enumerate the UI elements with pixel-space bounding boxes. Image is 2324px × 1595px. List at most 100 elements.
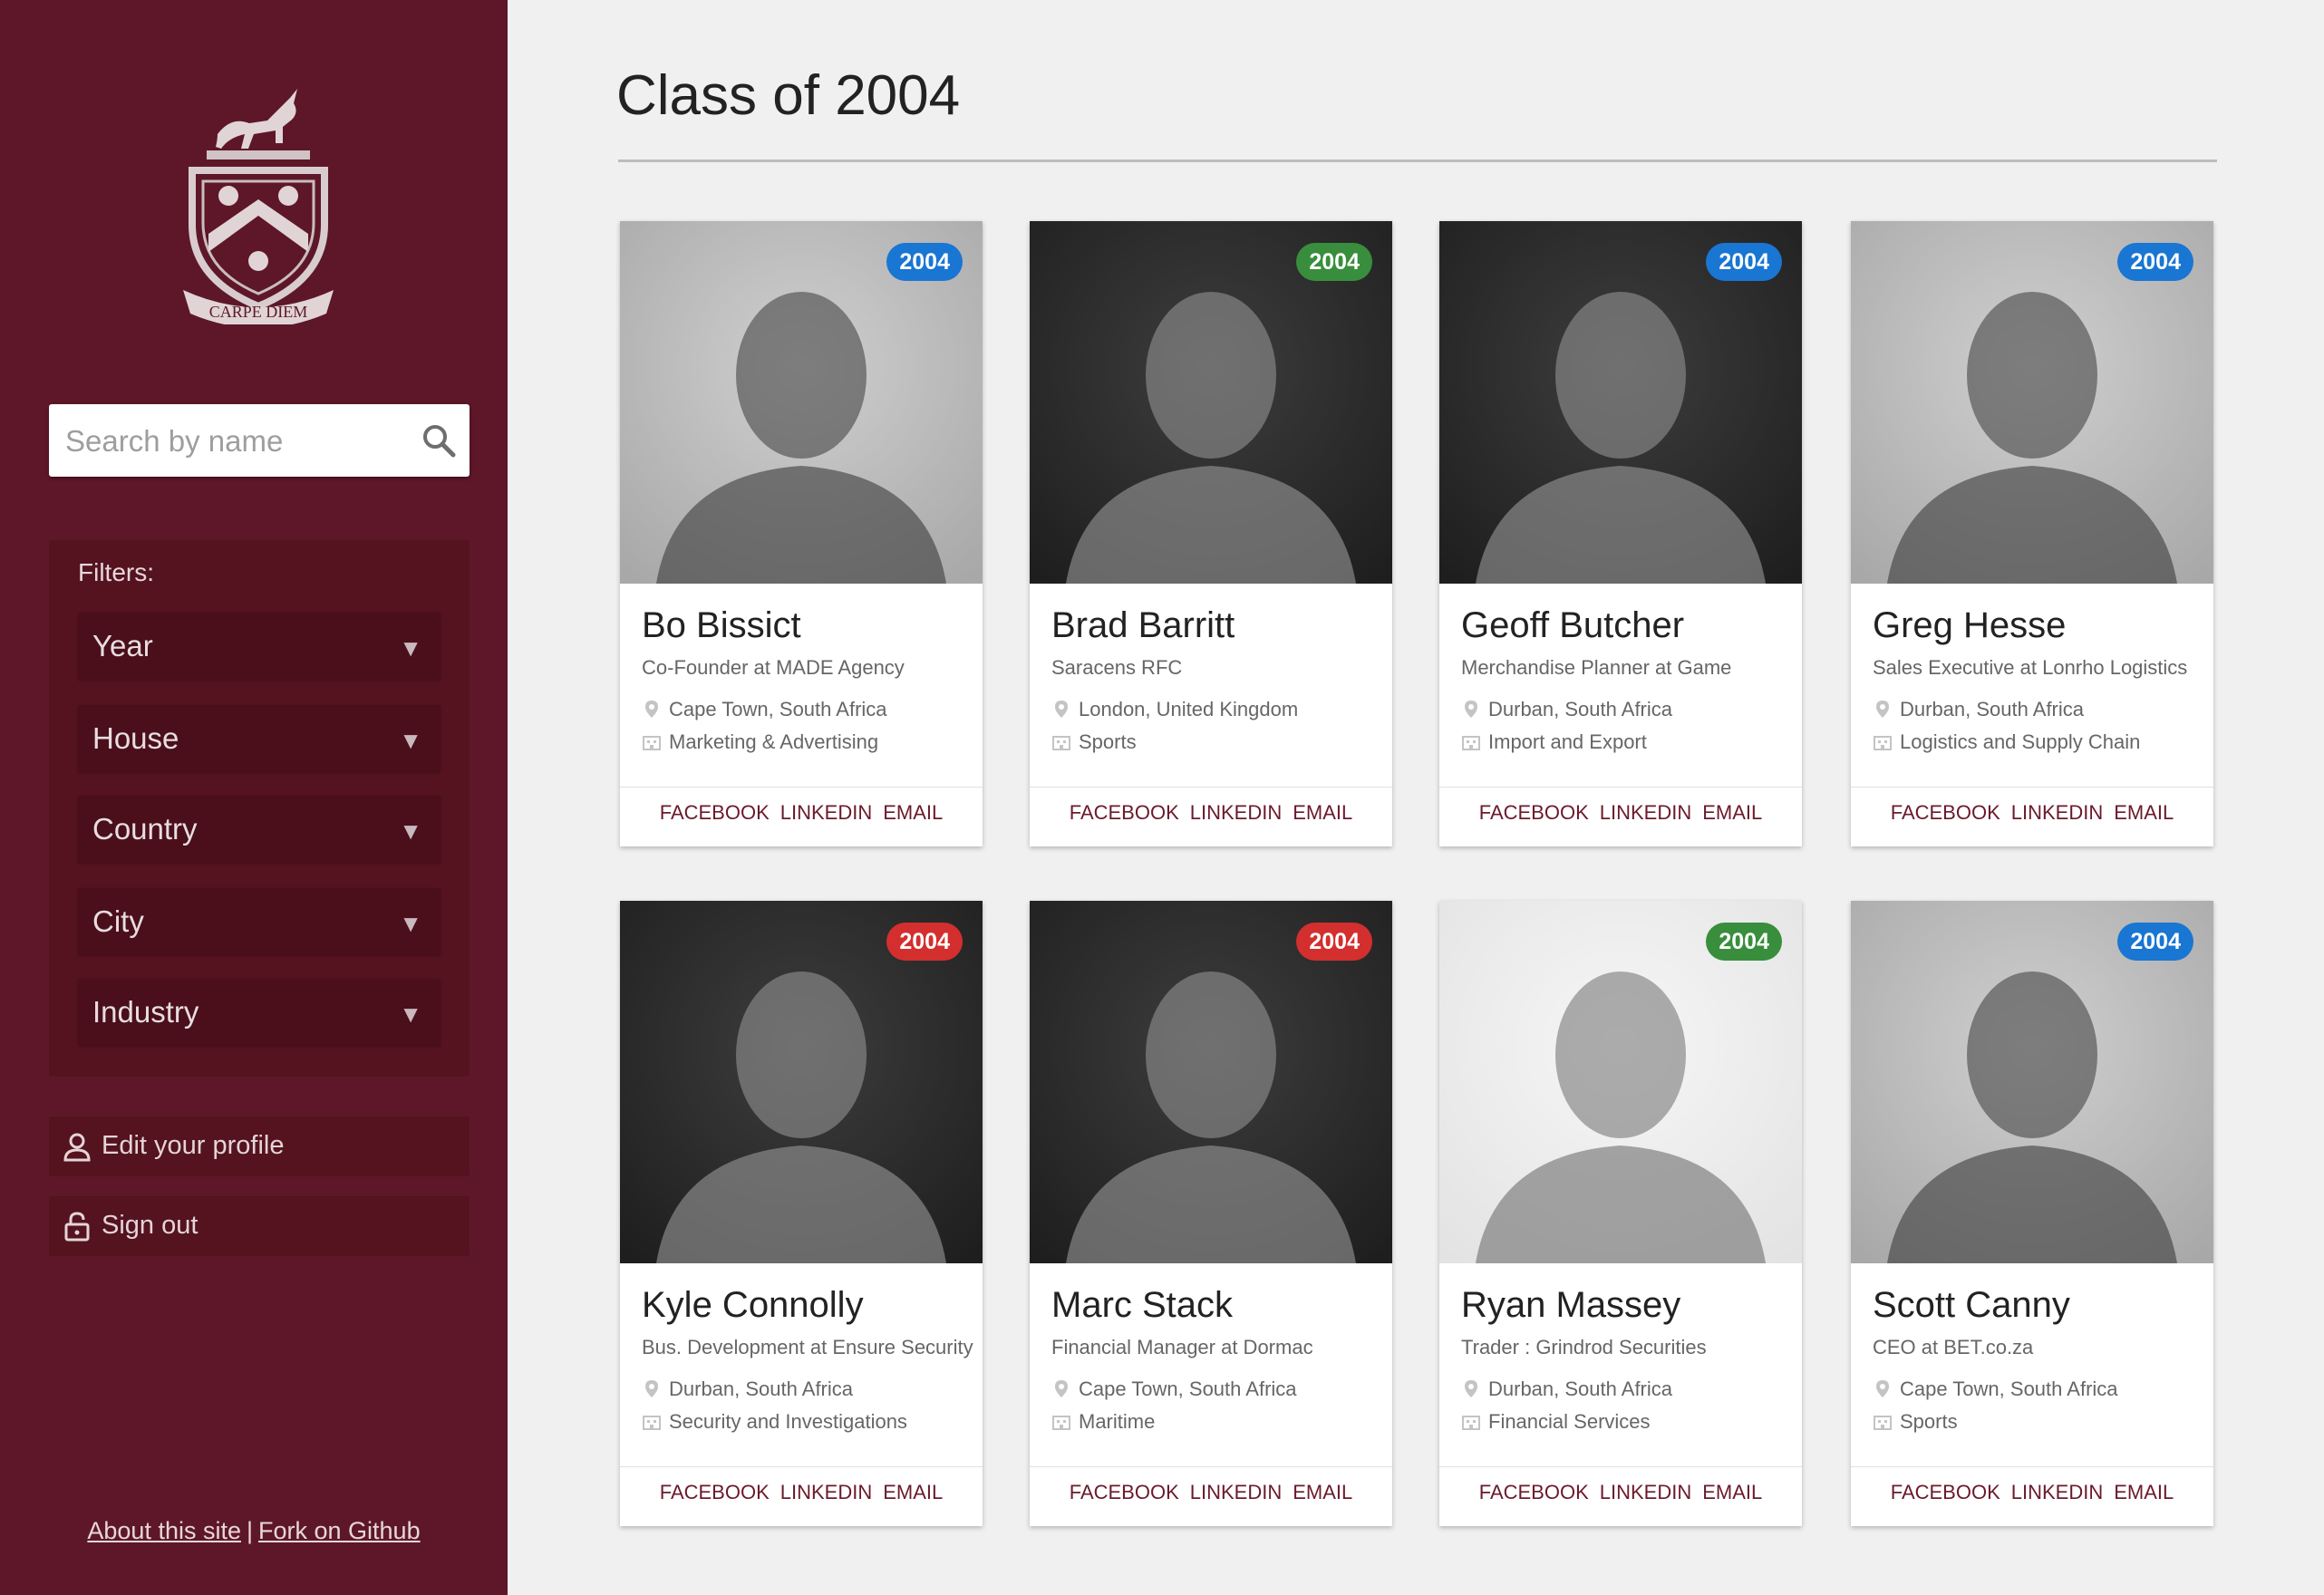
linkedin-link[interactable]: LINKEDIN bbox=[1190, 1481, 1282, 1503]
city-filter-label: City bbox=[92, 904, 144, 938]
card-divider bbox=[1439, 1466, 1802, 1467]
email-link[interactable]: EMAIL bbox=[1293, 1481, 1352, 1503]
facebook-link[interactable]: FACEBOOK bbox=[660, 801, 770, 824]
card-actions: FACEBOOK LINKEDIN EMAIL bbox=[1439, 1481, 1802, 1504]
dropdown-arrow-icon: ▼ bbox=[399, 817, 422, 845]
edit-profile-button[interactable]: Edit your profile bbox=[49, 1116, 470, 1176]
year-filter-select[interactable]: Year ▼ bbox=[78, 613, 441, 680]
year-filter-label: Year bbox=[92, 629, 153, 662]
crest-motto: CARPE DIEM bbox=[209, 303, 308, 321]
card-actions: FACEBOOK LINKEDIN EMAIL bbox=[1030, 1481, 1392, 1504]
location-pin-icon bbox=[645, 1380, 658, 1397]
profile-industry: Logistics and Supply Chain bbox=[1873, 730, 2140, 754]
card-divider bbox=[1851, 1466, 2213, 1467]
dropdown-arrow-icon: ▼ bbox=[399, 634, 422, 662]
linkedin-link[interactable]: LINKEDIN bbox=[780, 1481, 872, 1503]
page-title: Class of 2004 bbox=[616, 64, 961, 127]
sign-out-button[interactable]: Sign out bbox=[49, 1196, 470, 1256]
profile-industry: Sports bbox=[1051, 730, 1137, 754]
year-badge: 2004 bbox=[1296, 243, 1372, 281]
facebook-link[interactable]: FACEBOOK bbox=[1070, 801, 1179, 824]
year-badge: 2004 bbox=[1296, 923, 1372, 961]
profile-industry: Maritime bbox=[1051, 1410, 1155, 1434]
year-badge: 2004 bbox=[886, 243, 963, 281]
profile-card: 2004 Scott Canny CEO at BET.co.za Cape T… bbox=[1851, 901, 2213, 1526]
about-site-link[interactable]: About this site bbox=[87, 1517, 241, 1544]
location-pin-icon bbox=[1465, 701, 1477, 718]
year-badge: 2004 bbox=[2117, 923, 2193, 961]
profile-card: 2004 Kyle Connolly Bus. Development at E… bbox=[620, 901, 983, 1526]
filters-panel: Filters: Year ▼ House ▼ Country ▼ City ▼… bbox=[49, 540, 470, 1077]
building-icon bbox=[1052, 1416, 1070, 1430]
profile-location: London, United Kingdom bbox=[1051, 698, 1298, 721]
linkedin-link[interactable]: LINKEDIN bbox=[780, 801, 872, 824]
profile-job: Co-Founder at MADE Agency bbox=[642, 656, 905, 679]
facebook-link[interactable]: FACEBOOK bbox=[1479, 801, 1589, 824]
profile-location: Durban, South Africa bbox=[1461, 1378, 1672, 1401]
facebook-link[interactable]: FACEBOOK bbox=[1479, 1481, 1589, 1503]
title-divider bbox=[618, 160, 2217, 162]
location-text: Cape Town, South Africa bbox=[669, 698, 887, 720]
linkedin-link[interactable]: LINKEDIN bbox=[1190, 801, 1282, 824]
industry-filter-select[interactable]: Industry ▼ bbox=[78, 979, 441, 1046]
profile-name: Geoff Butcher bbox=[1461, 605, 1685, 645]
industry-text: Security and Investigations bbox=[669, 1410, 907, 1433]
industry-text: Maritime bbox=[1079, 1410, 1156, 1433]
profile-location: Durban, South Africa bbox=[1461, 698, 1672, 721]
lock-icon bbox=[64, 1212, 90, 1242]
fork-github-link[interactable]: Fork on Github bbox=[258, 1517, 421, 1544]
email-link[interactable]: EMAIL bbox=[883, 1481, 943, 1503]
house-filter-label: House bbox=[92, 721, 179, 755]
email-link[interactable]: EMAIL bbox=[2114, 1481, 2174, 1503]
location-pin-icon bbox=[1055, 701, 1068, 718]
dropdown-arrow-icon: ▼ bbox=[399, 910, 422, 937]
country-filter-label: Country bbox=[92, 812, 198, 846]
facebook-link[interactable]: FACEBOOK bbox=[1891, 1481, 2000, 1503]
location-pin-icon bbox=[1465, 1380, 1477, 1397]
profile-name: Ryan Massey bbox=[1461, 1285, 1681, 1325]
card-actions: FACEBOOK LINKEDIN EMAIL bbox=[620, 1481, 983, 1504]
industry-text: Marketing & Advertising bbox=[669, 730, 879, 753]
email-link[interactable]: EMAIL bbox=[883, 801, 943, 824]
card-divider bbox=[1439, 787, 1802, 788]
year-badge: 2004 bbox=[1706, 243, 1782, 281]
profile-card: 2004 Brad Barritt Saracens RFC London, U… bbox=[1030, 221, 1392, 846]
profile-name: Bo Bissict bbox=[642, 605, 801, 645]
search-box[interactable] bbox=[49, 404, 470, 478]
search-icon[interactable] bbox=[421, 422, 457, 459]
year-badge: 2004 bbox=[2117, 243, 2193, 281]
facebook-link[interactable]: FACEBOOK bbox=[1070, 1481, 1179, 1503]
search-input[interactable] bbox=[63, 404, 412, 478]
school-crest-logo: CARPE DIEM bbox=[183, 89, 334, 324]
profile-industry: Sports bbox=[1873, 1410, 1958, 1434]
industry-text: Sports bbox=[1900, 1410, 1958, 1433]
house-filter-select[interactable]: House ▼ bbox=[78, 705, 441, 772]
profile-industry: Import and Export bbox=[1461, 730, 1647, 754]
city-filter-select[interactable]: City ▼ bbox=[78, 888, 441, 955]
profile-location: Cape Town, South Africa bbox=[1873, 1378, 2118, 1401]
location-text: Cape Town, South Africa bbox=[1079, 1378, 1297, 1400]
email-link[interactable]: EMAIL bbox=[1702, 801, 1762, 824]
country-filter-select[interactable]: Country ▼ bbox=[78, 796, 441, 863]
location-pin-icon bbox=[1055, 1380, 1068, 1397]
facebook-link[interactable]: FACEBOOK bbox=[660, 1481, 770, 1503]
email-link[interactable]: EMAIL bbox=[1702, 1481, 1762, 1503]
card-divider bbox=[1030, 1466, 1392, 1467]
year-badge: 2004 bbox=[886, 923, 963, 961]
profile-job: Merchandise Planner at Game bbox=[1461, 656, 1732, 679]
profile-location: Durban, South Africa bbox=[1873, 698, 2084, 721]
email-link[interactable]: EMAIL bbox=[2114, 801, 2174, 824]
email-link[interactable]: EMAIL bbox=[1293, 801, 1352, 824]
linkedin-link[interactable]: LINKEDIN bbox=[2011, 1481, 2103, 1503]
location-text: London, United Kingdom bbox=[1079, 698, 1299, 720]
profile-name: Marc Stack bbox=[1051, 1285, 1234, 1325]
industry-text: Logistics and Supply Chain bbox=[1900, 730, 2141, 753]
linkedin-link[interactable]: LINKEDIN bbox=[1600, 1481, 1691, 1503]
profile-name: Scott Canny bbox=[1873, 1285, 2070, 1325]
profile-job: Saracens RFC bbox=[1051, 656, 1183, 679]
footer-separator: | bbox=[246, 1517, 253, 1544]
linkedin-link[interactable]: LINKEDIN bbox=[2011, 801, 2103, 824]
location-text: Durban, South Africa bbox=[669, 1378, 854, 1400]
linkedin-link[interactable]: LINKEDIN bbox=[1600, 801, 1691, 824]
facebook-link[interactable]: FACEBOOK bbox=[1891, 801, 2000, 824]
